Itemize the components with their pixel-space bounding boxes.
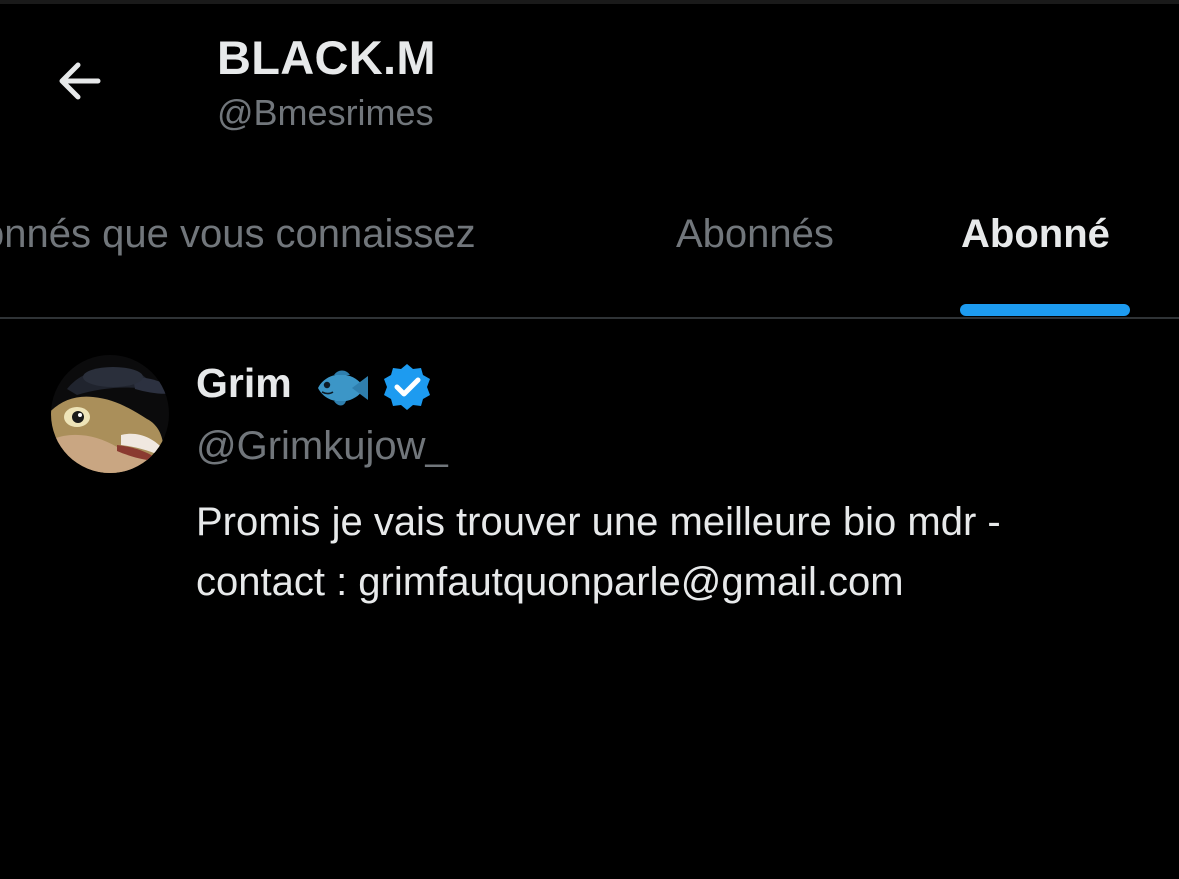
page-title: BLACK.M [217, 31, 436, 84]
tab-followers-you-know[interactable]: onnés que vous connaissez [0, 212, 476, 257]
user-handle: @Grimkujow_ [196, 424, 448, 468]
page-handle: @Bmesrimes [217, 92, 434, 133]
avatar[interactable] [51, 355, 169, 473]
verified-badge-icon [384, 364, 430, 410]
user-bio: Promis je vais trouver une meilleure bio… [196, 492, 1156, 612]
tab-bar: onnés que vous connaissez Abonnés Abonné [0, 190, 1179, 318]
fish-icon [318, 370, 368, 406]
active-tab-indicator [960, 304, 1130, 316]
tab-followers[interactable]: Abonnés [676, 212, 834, 257]
arrow-left-icon [59, 62, 101, 100]
user-list-item[interactable]: Grim @Grimkujow_ Promis je vais trouver … [0, 320, 1179, 620]
divider [0, 317, 1179, 319]
bio-line: contact : grimfautquonparle@gmail.com [196, 560, 904, 604]
tab-following[interactable]: Abonné [961, 212, 1110, 257]
top-edge [0, 0, 1179, 4]
bio-line: Promis je vais trouver une meilleure bio… [196, 500, 1001, 544]
back-button[interactable] [50, 54, 108, 108]
user-display-name[interactable]: Grim [196, 360, 292, 407]
